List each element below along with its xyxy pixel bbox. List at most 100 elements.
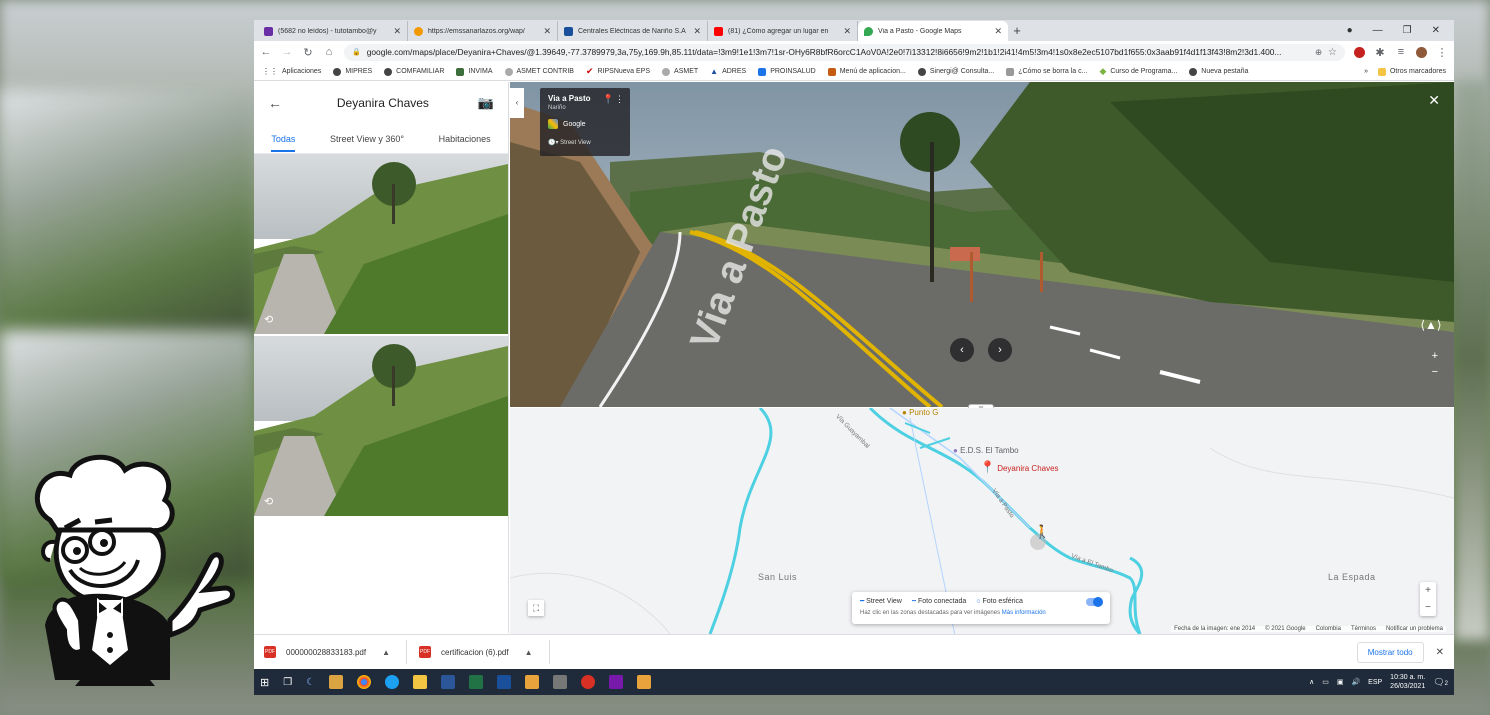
bookmark-asmet[interactable]: ASMET xyxy=(662,67,698,76)
tab-todas[interactable]: Todas xyxy=(271,134,296,152)
install-icon[interactable]: ⊕ xyxy=(1315,47,1322,57)
zoom-out-icon[interactable]: − xyxy=(1420,599,1436,616)
bookmark-ripsnueva-eps[interactable]: ✔ RIPSNueva EPS xyxy=(586,66,650,77)
link-colombia[interactable]: Colombia xyxy=(1316,626,1341,632)
street-view-zoom[interactable]: + − xyxy=(1432,348,1438,380)
bookmark-comfamiliar[interactable]: COMFAMILIAR xyxy=(384,67,444,76)
tab-emssanar[interactable]: https://emssanarlazos.org/wap/✕ xyxy=(408,21,558,41)
tab-google-maps[interactable]: Via a Pasto - Google Maps ✕ xyxy=(858,21,1008,41)
reload-icon[interactable]: ↻ xyxy=(302,46,314,59)
zoom-in-icon[interactable]: + xyxy=(1420,582,1436,599)
edge-icon[interactable] xyxy=(385,675,400,689)
home-icon[interactable]: ⌂ xyxy=(323,46,335,58)
star-icon[interactable]: ☆ xyxy=(1328,47,1337,58)
forward-icon[interactable]: → xyxy=(281,46,293,58)
more-options-icon[interactable]: ⋮ xyxy=(615,94,624,105)
network-app-icon[interactable] xyxy=(525,675,540,689)
tab-habitaciones[interactable]: Habitaciones xyxy=(439,134,491,144)
profile-icon[interactable]: ● xyxy=(1347,25,1353,36)
bookmark-menu-aplicacion[interactable]: Menú de aplicacion... xyxy=(827,67,906,76)
tab-gmail[interactable]: (5682 no leídos) - tutotambo@y ✕ xyxy=(258,21,408,41)
close-icon[interactable]: ✕ xyxy=(994,26,1002,37)
zoom-out-icon[interactable]: − xyxy=(1432,364,1438,380)
download-item[interactable]: PDF certificacion (6).pdf ▲ xyxy=(419,640,550,664)
link-terminos[interactable]: Términos xyxy=(1351,626,1376,632)
address-bar[interactable]: 🔒 google.com/maps/place/Deyanira+Chaves/… xyxy=(344,43,1345,61)
file-explorer-icon[interactable] xyxy=(413,675,428,689)
close-icon[interactable]: ✕ xyxy=(1428,92,1440,109)
tab-cedenar[interactable]: Centrales Eléctricas de Nariño S.A ✕ xyxy=(558,21,708,41)
excel-icon[interactable] xyxy=(469,675,484,689)
battery-icon[interactable]: ▭ xyxy=(1322,678,1329,686)
sv-mode[interactable]: 🕓▾ Street View xyxy=(548,139,622,146)
close-icon[interactable]: ✕ xyxy=(843,26,851,37)
bookmark-como-se-borra[interactable]: ¿Cómo se borra la c... xyxy=(1006,67,1087,76)
link-notificar[interactable]: Notificar un problema xyxy=(1386,626,1443,632)
close-icon[interactable]: ✕ xyxy=(543,26,551,37)
bookmark-invima[interactable]: INVIMA xyxy=(456,67,493,76)
bookmark-aplicaciones[interactable]: ⋮⋮ Aplicaciones xyxy=(262,67,321,76)
map-label-pin[interactable]: 📍 Deyanira Chaves xyxy=(980,460,1059,474)
network-app-icon-2[interactable] xyxy=(637,675,652,689)
pegman-icon[interactable]: 🚶 xyxy=(1034,524,1050,540)
app-icon[interactable] xyxy=(497,675,512,689)
settings-app-icon[interactable] xyxy=(553,675,568,689)
network-icon[interactable]: ▣ xyxy=(1337,678,1344,686)
photo-thumbnail[interactable]: ⟲ xyxy=(254,154,508,334)
photo-thumbnail[interactable]: ⟲ xyxy=(254,336,508,516)
notifications-icon[interactable]: 🗨2 xyxy=(1433,677,1448,688)
chrome-icon[interactable] xyxy=(357,675,372,689)
maximize-icon[interactable]: ❐ xyxy=(1403,25,1412,36)
add-photo-icon[interactable]: 📷 xyxy=(478,95,494,111)
clock[interactable]: 10:30 a. m. 26/03/2021 xyxy=(1390,673,1425,691)
map-view[interactable]: ● Punto G ● E.D.S. El Tambo 📍 Deyanira C… xyxy=(510,408,1454,634)
collapse-panel-toggle[interactable]: ‹ xyxy=(510,88,524,118)
close-icon[interactable]: ✕ xyxy=(393,26,401,37)
zoom-in-icon[interactable]: + xyxy=(1432,348,1438,364)
mas-informacion-link[interactable]: Más información xyxy=(1002,610,1046,616)
extension-icon[interactable] xyxy=(1354,46,1365,58)
compass-icon[interactable]: ⟨▲⟩ xyxy=(1420,318,1442,340)
bookmark-asmet-contrib[interactable]: ASMET CONTRIB xyxy=(504,67,574,76)
onenote-icon[interactable] xyxy=(609,675,624,689)
close-window-icon[interactable]: ✕ xyxy=(1432,25,1440,36)
new-tab-button[interactable]: + xyxy=(1008,21,1026,41)
cortana-icon[interactable]: ☾ xyxy=(306,677,315,688)
chevron-up-icon[interactable]: ▲ xyxy=(382,648,390,657)
menu-icon[interactable]: ⋮ xyxy=(1436,46,1448,59)
download-item[interactable]: PDF 000000028833183.pdf ▲ xyxy=(264,640,408,664)
volume-icon[interactable]: 🔊 xyxy=(1351,678,1360,686)
bookmark-sinergia[interactable]: Sinergi@ Consulta... xyxy=(917,67,994,76)
media-player-icon[interactable] xyxy=(329,675,344,689)
close-icon[interactable]: ✕ xyxy=(693,26,701,37)
map-label-eds[interactable]: ● E.D.S. El Tambo xyxy=(953,446,1019,455)
show-all-button[interactable]: Mostrar todo xyxy=(1356,641,1424,663)
tab-youtube[interactable]: (81) ¿Cómo agregar un lugar en ✕ xyxy=(708,21,858,41)
record-app-icon[interactable] xyxy=(581,675,596,689)
tab-street-view-360[interactable]: Street View y 360° xyxy=(330,134,404,144)
avatar[interactable] xyxy=(1416,46,1427,58)
bookmark-proinsalud[interactable]: PROINSALUD xyxy=(758,67,816,76)
bookmark-nueva-pestana[interactable]: Nueva pestaña xyxy=(1189,67,1248,76)
windows-start-icon[interactable]: ⊞ xyxy=(260,676,269,689)
task-view-icon[interactable]: ❐ xyxy=(283,677,292,688)
previous-arrow-button[interactable]: ‹ xyxy=(950,338,974,362)
bookmark-mipres[interactable]: MIPRES xyxy=(333,67,372,76)
street-view-panorama[interactable]: Via a Pasto ‹ Via a Pasto Nariño Google … xyxy=(510,82,1454,407)
chevron-up-icon[interactable]: ∧ xyxy=(1309,678,1314,686)
puzzle-icon[interactable]: ✱ xyxy=(1374,46,1386,59)
bookmark-adres[interactable]: ▲ ADRES xyxy=(710,67,746,76)
next-arrow-button[interactable]: › xyxy=(988,338,1012,362)
expand-map-icon[interactable]: ⛶ xyxy=(528,600,544,616)
street-view-toggle[interactable] xyxy=(1086,597,1103,607)
map-label-punto[interactable]: ● Punto G xyxy=(902,408,938,417)
back-icon[interactable]: ← xyxy=(260,46,272,58)
more-bookmarks-icon[interactable]: » xyxy=(1364,68,1368,75)
close-icon[interactable]: ✕ xyxy=(1436,647,1444,658)
location-pin-icon[interactable]: 📍 xyxy=(603,94,614,105)
language-indicator[interactable]: ESP xyxy=(1368,679,1382,686)
bookmark-otros-marcadores[interactable]: Otros marcadores xyxy=(1377,67,1446,76)
map-zoom-control[interactable]: + − xyxy=(1420,582,1436,616)
back-arrow-icon[interactable]: ← xyxy=(268,95,288,111)
chevron-up-icon[interactable]: ▲ xyxy=(525,648,533,657)
